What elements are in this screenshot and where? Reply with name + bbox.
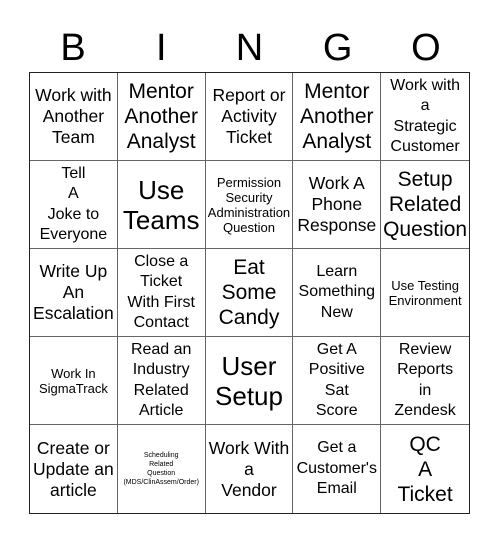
bingo-cell-text: Use Teams xyxy=(122,174,200,235)
bingo-cell-text: Eat Some Candy xyxy=(218,256,280,329)
bingo-cell[interactable]: Work A Phone Response xyxy=(293,161,382,249)
bingo-cell-text: Get A Positive Sat Score xyxy=(308,340,365,420)
bingo-cell[interactable]: Permission Security Administration Quest… xyxy=(205,161,294,249)
bingo-card-grid: Work with Another Team Mentor Another Ana… xyxy=(29,72,470,514)
bingo-cell[interactable]: Work In SigmaTrack xyxy=(30,337,118,425)
bingo-cell[interactable]: Scheduling Related Question (MDS/ClinAss… xyxy=(118,425,206,513)
bingo-cell[interactable]: Create or Update an article xyxy=(30,425,118,513)
bingo-cell-text: Report or Activity Ticket xyxy=(212,85,286,147)
bingo-cell[interactable]: Use Teams xyxy=(117,161,206,249)
bingo-cell[interactable]: Review Reports in Zendesk xyxy=(381,337,469,425)
bingo-cell[interactable]: Tell A Joke to Everyone xyxy=(30,161,118,249)
bingo-cell[interactable]: Work With a Vendor xyxy=(206,425,294,513)
bingo-cell-text: Get a Customer's Email xyxy=(296,439,377,498)
bingo-cell[interactable]: Write Up An Escalation xyxy=(30,249,118,337)
bingo-cell-text: Write Up An Escalation xyxy=(33,261,114,323)
bingo-cell-text: Tell A Joke to Everyone xyxy=(39,164,108,244)
bingo-cell[interactable]: Mentor Another Analyst xyxy=(293,73,382,161)
bingo-cell[interactable]: Setup Related Question xyxy=(381,161,469,249)
bingo-cell[interactable]: QC A Ticket xyxy=(381,425,469,513)
header-letter-o: O xyxy=(411,27,441,69)
bingo-cell-text: Permission Security Administration Quest… xyxy=(207,174,291,235)
bingo-cell[interactable]: Get a Customer's Email xyxy=(293,425,382,513)
bingo-cell[interactable]: User Setup xyxy=(205,337,294,425)
bingo-cell[interactable]: Eat Some Candy xyxy=(205,249,294,337)
bingo-cell-text: Learn Something New xyxy=(298,262,376,321)
bingo-cell-text: Scheduling Related Question (MDS/ClinAss… xyxy=(123,452,199,486)
bingo-cell-text: Work with a Strategic Customer xyxy=(390,76,461,156)
bingo-cell-text: QC A Ticket xyxy=(397,432,453,506)
bingo-header: B I N G O xyxy=(29,26,470,70)
bingo-cell-text: Close a Ticket With First Contact xyxy=(127,252,195,332)
bingo-cell[interactable]: Report or Activity Ticket xyxy=(205,73,294,161)
header-letter-g: G xyxy=(322,27,353,69)
bingo-cell-text: Create or Update an article xyxy=(33,437,114,500)
header-letter-b: B xyxy=(60,27,86,69)
bingo-cell-text: Work In SigmaTrack xyxy=(38,365,108,396)
bingo-cell[interactable]: Read an Industry Related Article xyxy=(117,337,206,425)
header-letter-i: I xyxy=(156,27,167,69)
bingo-cell[interactable]: Learn Something New xyxy=(293,249,382,337)
bingo-cell-text: Mentor Another Analyst xyxy=(124,80,198,153)
bingo-cell[interactable]: Close a Ticket With First Contact xyxy=(117,249,206,337)
bingo-cell-text: Setup Related Question xyxy=(383,168,468,241)
bingo-cell[interactable]: Work with a Strategic Customer xyxy=(381,73,469,161)
bingo-cell-text: Work With a Vendor xyxy=(208,437,290,500)
bingo-cell-text: Work with Another Team xyxy=(35,85,112,147)
header-letter-n: N xyxy=(235,27,264,69)
bingo-cell-text: User Setup xyxy=(215,350,283,411)
bingo-cell-text: Review Reports in Zendesk xyxy=(394,340,456,420)
bingo-cell[interactable]: Mentor Another Analyst xyxy=(117,73,206,161)
bingo-cell-text: Read an Industry Related Article xyxy=(130,340,192,420)
bingo-cell-text: Use Testing Environment xyxy=(388,277,462,308)
bingo-cell[interactable]: Get A Positive Sat Score xyxy=(293,337,382,425)
bingo-cell-text: Work A Phone Response xyxy=(297,173,377,235)
bingo-cell[interactable]: Use Testing Environment xyxy=(381,249,469,337)
bingo-cell-text: Mentor Another Analyst xyxy=(300,80,374,153)
bingo-cell[interactable]: Work with Another Team xyxy=(30,73,118,161)
